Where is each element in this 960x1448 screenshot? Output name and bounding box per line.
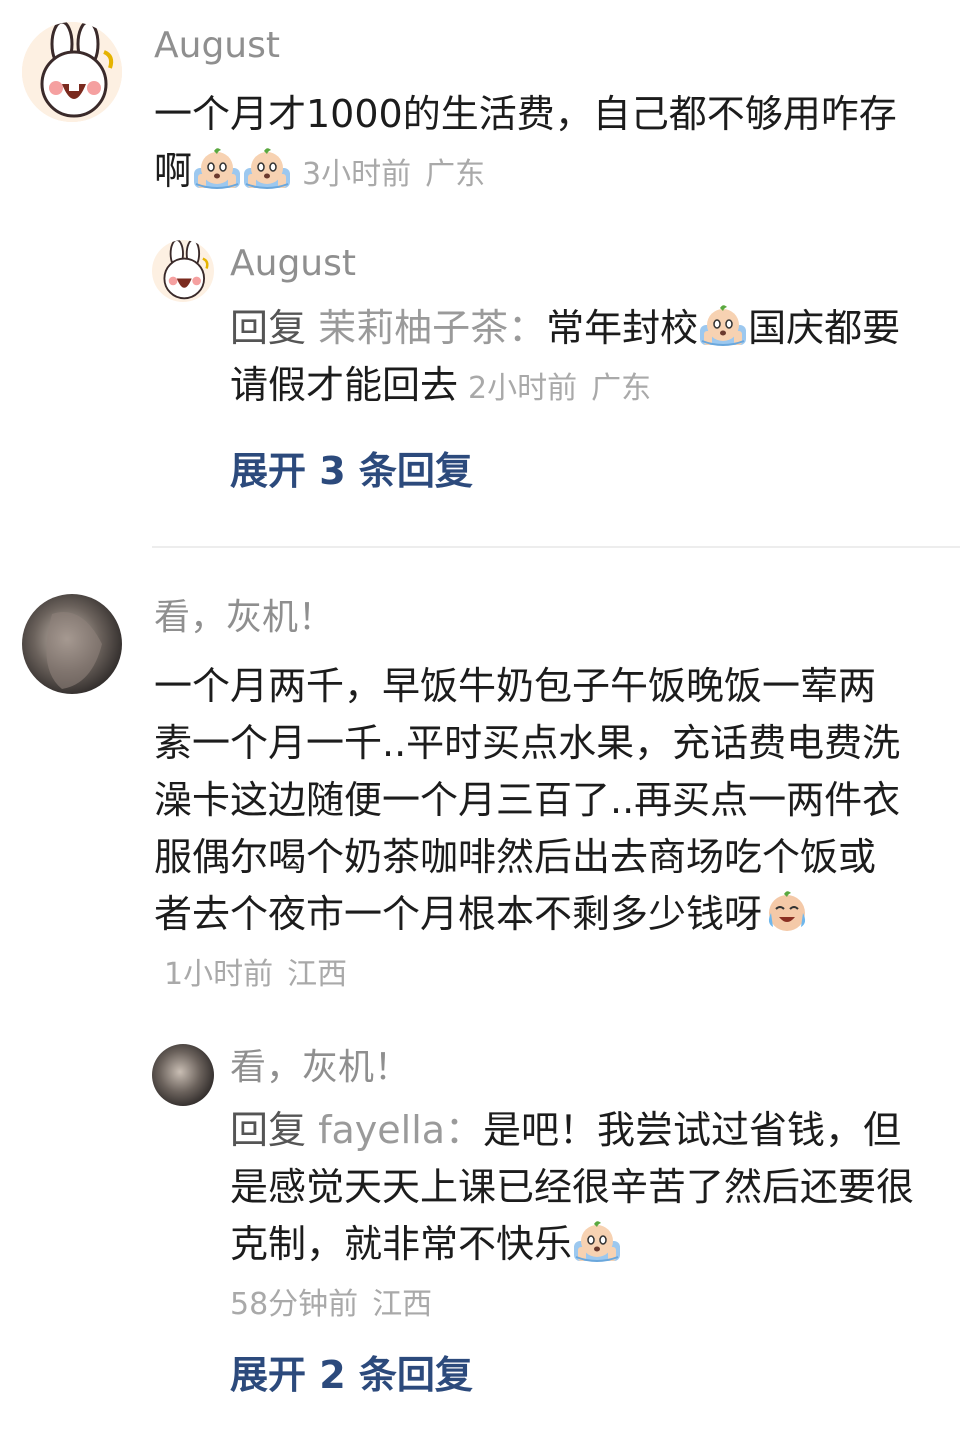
avatar[interactable]: [22, 594, 122, 694]
comment-text: 一个月两千，早饭牛奶包子午饭晚饭一荤两素一个月一千..平时买点水果，充话费电费洗…: [154, 658, 904, 1003]
reply-meta: 58分钟前 江西: [230, 1287, 432, 1322]
crying-emoji-icon: [572, 1219, 622, 1263]
reply-location: 广东: [591, 371, 652, 406]
reply-body: 常年封校: [546, 306, 699, 350]
reply-avatar[interactable]: [152, 240, 214, 302]
reply-location: 江西: [372, 1287, 433, 1322]
crying-emoji-icon: [242, 146, 292, 190]
reply-time: 2小时前: [468, 371, 578, 406]
expand-replies-button[interactable]: 展开 3 条回复: [230, 452, 473, 490]
comment-location: 广东: [425, 157, 486, 192]
expand-replies-button[interactable]: 展开 2 条回复: [230, 1356, 473, 1394]
comment-author[interactable]: August: [154, 28, 280, 64]
comment-time: 1小时前: [164, 957, 274, 992]
reply-avatar[interactable]: [152, 1044, 214, 1106]
comment-author[interactable]: 看，灰机！: [154, 600, 334, 636]
reply-author[interactable]: 看，灰机！: [230, 1050, 410, 1086]
reply-prefix: 回复: [230, 306, 307, 350]
comment-text: 一个月才1000的生活费，自己都不够用咋存啊 3小时前 广东: [154, 86, 914, 203]
reply-author[interactable]: August: [230, 246, 356, 282]
reply-to-user[interactable]: 茉莉柚子茶：: [318, 306, 546, 350]
laugh-cry-emoji-icon: [762, 889, 812, 933]
reply-text: 回复 茉莉柚子茶：常年封校 国庆都要请假才能回去 2小时前 广东: [230, 300, 920, 417]
crying-emoji-icon: [698, 303, 748, 347]
comment-meta: 3小时前 广东: [302, 157, 485, 192]
reply-meta: 2小时前 广东: [468, 371, 651, 406]
reply-to-user[interactable]: fayella：: [318, 1108, 483, 1152]
reply-prefix: 回复: [230, 1108, 307, 1152]
reply-text: 回复 fayella：是吧！我尝试过省钱，但是感觉天天上课已经很辛苦了然后还要很…: [230, 1102, 930, 1333]
avatar[interactable]: [22, 22, 122, 122]
comment-time: 3小时前: [302, 157, 412, 192]
divider: [152, 546, 960, 548]
comment-meta: 1小时前 江西: [164, 957, 347, 992]
reply-time: 58分钟前: [230, 1287, 359, 1322]
comment-location: 江西: [287, 957, 348, 992]
crying-emoji-icon: [192, 146, 242, 190]
